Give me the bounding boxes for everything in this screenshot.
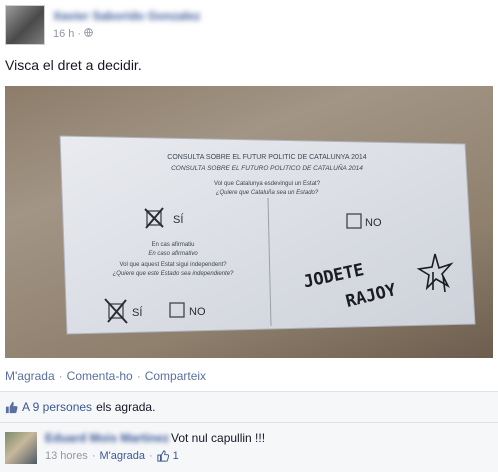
comment-meta-separator: · [149, 450, 153, 462]
meta-separator: · [77, 28, 82, 40]
post-actions: M'agrada · Comenta-ho · Comparteix [5, 369, 206, 383]
ballot-q1-no-label: NO [365, 217, 382, 229]
commenter-name[interactable]: Eduard Mois Martinez [45, 431, 169, 445]
ballot-title-es: CONSULTA SOBRE EL FUTURO POLITICO DE CAT… [171, 163, 363, 172]
share-button[interactable]: Comparteix [145, 369, 206, 383]
comment-like-count[interactable]: 1 [173, 450, 179, 462]
comment-meta-separator: · [91, 450, 96, 462]
globe-icon[interactable] [84, 28, 93, 40]
thumbs-up-icon [5, 401, 18, 414]
comment-like-button[interactable]: M'agrada [99, 450, 145, 462]
ballot-q2-ca: Vol que aquest Estat sigui independent? [119, 262, 227, 268]
ballot-q1-ca: Vol que Catalunya esdevingui un Estat? [214, 181, 321, 187]
comment-timestamp[interactable]: 13 hores [45, 450, 88, 462]
ballot-q2-no-label: NO [189, 306, 206, 318]
commenter-avatar[interactable] [5, 432, 37, 464]
likes-summary: A 9 persones els agrada. [5, 400, 155, 414]
like-button[interactable]: M'agrada [5, 369, 55, 383]
comment-text: Vot nul capullin !!! [171, 431, 266, 445]
post-photo[interactable]: CONSULTA SOBRE EL FUTUR POLITIC DE CATAL… [5, 86, 493, 358]
ballot-q2-yes-label: SÍ [132, 306, 143, 319]
likers-link[interactable]: A 9 persones [22, 400, 92, 414]
actions-separator: · [136, 369, 141, 383]
actions-separator: · [58, 369, 63, 383]
post-timestamp[interactable]: 16 h [53, 28, 74, 40]
likes-bar: A 9 persones els agrada. [0, 392, 498, 422]
ballot-cond-ca: En cas afirmatiu [151, 242, 194, 248]
ballot-q2-es: ¿Quiere que este Estado sea independient… [113, 271, 234, 277]
comment: Eduard Mois Martinez Vot nul capullin !!… [0, 423, 498, 472]
author-avatar[interactable] [5, 5, 45, 45]
post-meta: 16 h · [53, 28, 93, 40]
thumbs-up-icon [157, 450, 169, 462]
post-header: Xavier Saborido Gonzalez 16 h · [5, 5, 493, 45]
ballot-q1-yes-label: SÍ [173, 213, 184, 226]
likes-suffix: els agrada. [96, 400, 156, 414]
post-text: Visca el dret a decidir. [5, 57, 142, 73]
ballot-title-ca: CONSULTA SOBRE EL FUTUR POLITIC DE CATAL… [167, 154, 367, 161]
post-author-name[interactable]: Xavier Saborido Gonzalez [53, 9, 200, 23]
comment-meta: 13 hores · M'agrada · 1 [45, 450, 179, 462]
ballot-cond-es: En caso afirmativo [148, 251, 198, 257]
ballot-q1-es: ¿Quiere que Cataluña sea un Estado? [216, 190, 319, 196]
comment-button[interactable]: Comenta-ho [67, 369, 133, 383]
